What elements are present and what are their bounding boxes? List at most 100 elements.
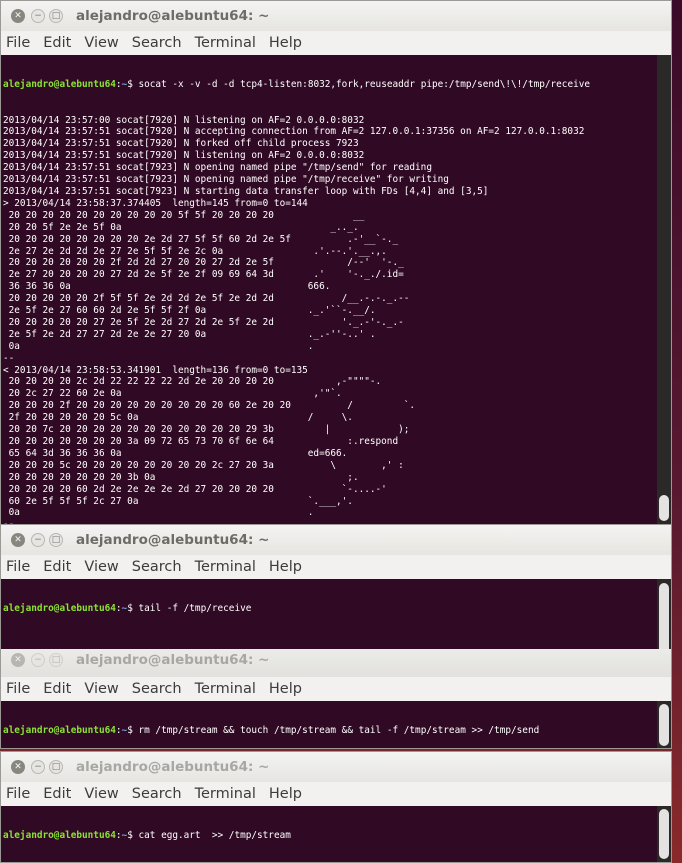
minimize-icon[interactable]: − <box>31 9 45 23</box>
menu-bar: File Edit View Search Terminal Help <box>1 677 671 701</box>
terminal-window-stream[interactable]: ✕ − □ alejandro@alebuntu64: ~ File Edit … <box>0 649 672 749</box>
terminal-line: 2013/04/14 23:57:51 socat[7920] N accept… <box>3 126 585 138</box>
terminal-line: 20 20 20 20 2c 2d 22 22 22 22 2d 2e 20 2… <box>3 376 382 388</box>
minimize-icon[interactable]: − <box>31 533 45 547</box>
menu-help[interactable]: Help <box>269 35 302 51</box>
close-icon[interactable]: ✕ <box>11 9 25 23</box>
close-icon[interactable]: ✕ <box>11 653 25 667</box>
menu-search[interactable]: Search <box>132 559 182 575</box>
terminal-window-cat[interactable]: ✕ − □ alejandro@alebuntu64: ~ File Edit … <box>0 751 672 863</box>
command-line: alejandro@alebuntu64:~$ tail -f /tmp/rec… <box>3 602 252 614</box>
menu-view[interactable]: View <box>84 681 118 697</box>
menu-file[interactable]: File <box>6 681 30 697</box>
maximize-icon[interactable]: □ <box>49 533 63 547</box>
scrollbar-thumb[interactable] <box>659 495 669 521</box>
command-line: alejandro@alebuntu64:~$ cat egg.art >> /… <box>3 829 291 841</box>
title-bar[interactable]: ✕ − □ alejandro@alebuntu64: ~ <box>1 1 671 31</box>
scrollbar-thumb[interactable] <box>659 704 669 746</box>
menu-bar: File Edit View Search Terminal Help <box>1 31 671 55</box>
terminal-output[interactable]: alejandro@alebuntu64:~$ socat -x -v -d -… <box>1 55 671 524</box>
menu-search[interactable]: Search <box>132 681 182 697</box>
terminal-line: 2013/04/14 23:57:00 socat[7920] N listen… <box>3 114 365 126</box>
terminal-line: 20 20 20 20 60 2d 2e 2e 2e 2e 2d 27 20 2… <box>3 483 387 495</box>
maximize-icon[interactable]: □ <box>49 760 63 774</box>
terminal-line: -- <box>3 352 15 364</box>
menu-terminal[interactable]: Terminal <box>195 681 256 697</box>
terminal-line: 2e 5f 2e 27 60 60 2d 2e 5f 5f 2f 0a ._.'… <box>3 305 376 317</box>
command-line: alejandro@alebuntu64:~$ socat -x -v -d -… <box>3 78 591 90</box>
terminal-line: 60 2e 5f 5f 5f 2c 27 0a `.___,'. <box>3 495 353 507</box>
window-title: alejandro@alebuntu64: ~ <box>76 8 270 24</box>
terminal-line: 20 20 20 20 20 2f 5f 5f 2e 2d 2d 2e 5f 2… <box>3 293 410 305</box>
terminal-line: 20 20 20 5c 20 20 20 20 20 20 20 20 2c 2… <box>3 459 404 471</box>
menu-help[interactable]: Help <box>269 681 302 697</box>
terminal-window-receive[interactable]: ✕ − □ alejandro@alebuntu64: ~ File Edit … <box>0 524 672 664</box>
terminal-line: 2013/04/14 23:57:51 socat[7923] N starti… <box>3 185 489 197</box>
prompt-user: alejandro@alebuntu64 <box>3 78 116 90</box>
terminal-line: 65 64 3d 36 36 36 0a ed=666. <box>3 447 348 459</box>
menu-help[interactable]: Help <box>269 786 302 802</box>
menu-file[interactable]: File <box>6 559 30 575</box>
terminal-output[interactable]: alejandro@alebuntu64:~$ cat egg.art >> /… <box>1 806 671 862</box>
menu-bar: File Edit View Search Terminal Help <box>1 782 671 806</box>
maximize-icon[interactable]: □ <box>49 653 63 667</box>
terminal-line: 20 20 5f 2e 2e 5f 0a _.._. <box>3 221 359 233</box>
title-bar[interactable]: ✕ − □ alejandro@alebuntu64: ~ <box>1 525 671 555</box>
terminal-line: 20 20 20 20 20 27 2e 5f 2e 2d 27 2d 2e 5… <box>3 316 404 328</box>
minimize-icon[interactable]: − <box>31 760 45 774</box>
command-text: $ cat egg.art >> /tmp/stream <box>127 829 291 841</box>
terminal-line: 2013/04/14 23:57:51 socat[7923] N openin… <box>3 174 449 186</box>
maximize-icon[interactable]: □ <box>49 9 63 23</box>
terminal-line: 2013/04/14 23:57:51 socat[7920] N listen… <box>3 150 365 162</box>
window-title: alejandro@alebuntu64: ~ <box>76 759 270 775</box>
command-text: $ rm /tmp/stream && touch /tmp/stream &&… <box>127 724 540 736</box>
menu-terminal[interactable]: Terminal <box>195 786 256 802</box>
scrollbar[interactable] <box>657 55 671 524</box>
terminal-line: 2013/04/14 23:57:51 socat[7923] N openin… <box>3 162 432 174</box>
command-text: $ socat -x -v -d -d tcp4-listen:8032,for… <box>127 78 591 90</box>
terminal-line: 0a . <box>3 340 314 352</box>
menu-edit[interactable]: Edit <box>43 786 71 802</box>
menu-search[interactable]: Search <box>132 786 182 802</box>
terminal-line: 20 20 20 2f 20 20 20 20 20 20 20 20 20 6… <box>3 400 416 412</box>
close-icon[interactable]: ✕ <box>11 760 25 774</box>
scrollbar[interactable] <box>657 701 671 748</box>
menu-edit[interactable]: Edit <box>43 681 71 697</box>
menu-file[interactable]: File <box>6 786 30 802</box>
title-bar[interactable]: ✕ − □ alejandro@alebuntu64: ~ <box>1 752 671 782</box>
terminal-output[interactable]: alejandro@alebuntu64:~$ rm /tmp/stream &… <box>1 701 671 748</box>
prompt-user: alejandro@alebuntu64 <box>3 829 116 841</box>
terminal-line: 2e 5f 2e 2d 27 27 2d 2e 2e 27 20 0a ._.-… <box>3 328 376 340</box>
terminal-line: 2013/04/14 23:57:51 socat[7920] N forked… <box>3 138 359 150</box>
window-title: alejandro@alebuntu64: ~ <box>76 532 270 548</box>
menu-view[interactable]: View <box>84 35 118 51</box>
scrollbar-thumb[interactable] <box>659 809 669 859</box>
menu-help[interactable]: Help <box>269 559 302 575</box>
terminal-line: 20 20 20 20 20 20 20 3b 0a ;. <box>3 471 359 483</box>
terminal-window-socat[interactable]: ✕ − □ alejandro@alebuntu64: ~ File Edit … <box>0 0 672 525</box>
menu-terminal[interactable]: Terminal <box>195 559 256 575</box>
terminal-line: 36 36 36 0a 666. <box>3 281 331 293</box>
minimize-icon[interactable]: − <box>31 653 45 667</box>
window-title: alejandro@alebuntu64: ~ <box>76 652 270 668</box>
menu-edit[interactable]: Edit <box>43 35 71 51</box>
output-lines: 2013/04/14 23:57:00 socat[7920] N listen… <box>3 115 655 524</box>
terminal-line: < 2013/04/14 23:58:53.341901 length=136 … <box>3 364 308 376</box>
menu-bar: File Edit View Search Terminal Help <box>1 555 671 579</box>
menu-view[interactable]: View <box>84 559 118 575</box>
menu-file[interactable]: File <box>6 35 30 51</box>
terminal-line: 20 20 20 20 20 20 2f 2d 2d 27 20 20 27 2… <box>3 257 404 269</box>
menu-terminal[interactable]: Terminal <box>195 35 256 51</box>
close-icon[interactable]: ✕ <box>11 533 25 547</box>
terminal-line: 0a . <box>3 507 314 519</box>
menu-edit[interactable]: Edit <box>43 559 71 575</box>
terminal-line: > 2013/04/14 23:58:37.374405 length=145 … <box>3 197 308 209</box>
terminal-line: 20 20 20 20 20 20 20 20 20 20 5f 5f 20 2… <box>3 209 365 221</box>
menu-view[interactable]: View <box>84 786 118 802</box>
menu-search[interactable]: Search <box>132 35 182 51</box>
terminal-line: 20 20 20 20 20 20 20 20 2e 2d 27 5f 5f 6… <box>3 233 399 245</box>
scrollbar[interactable] <box>657 806 671 862</box>
terminal-line: 2e 27 20 20 20 20 27 2d 2e 5f 2e 2f 09 6… <box>3 269 404 281</box>
title-bar[interactable]: ✕ − □ alejandro@alebuntu64: ~ <box>1 649 671 677</box>
terminal-line: 20 2c 27 22 60 2e 0a ,'"`. <box>3 388 342 400</box>
